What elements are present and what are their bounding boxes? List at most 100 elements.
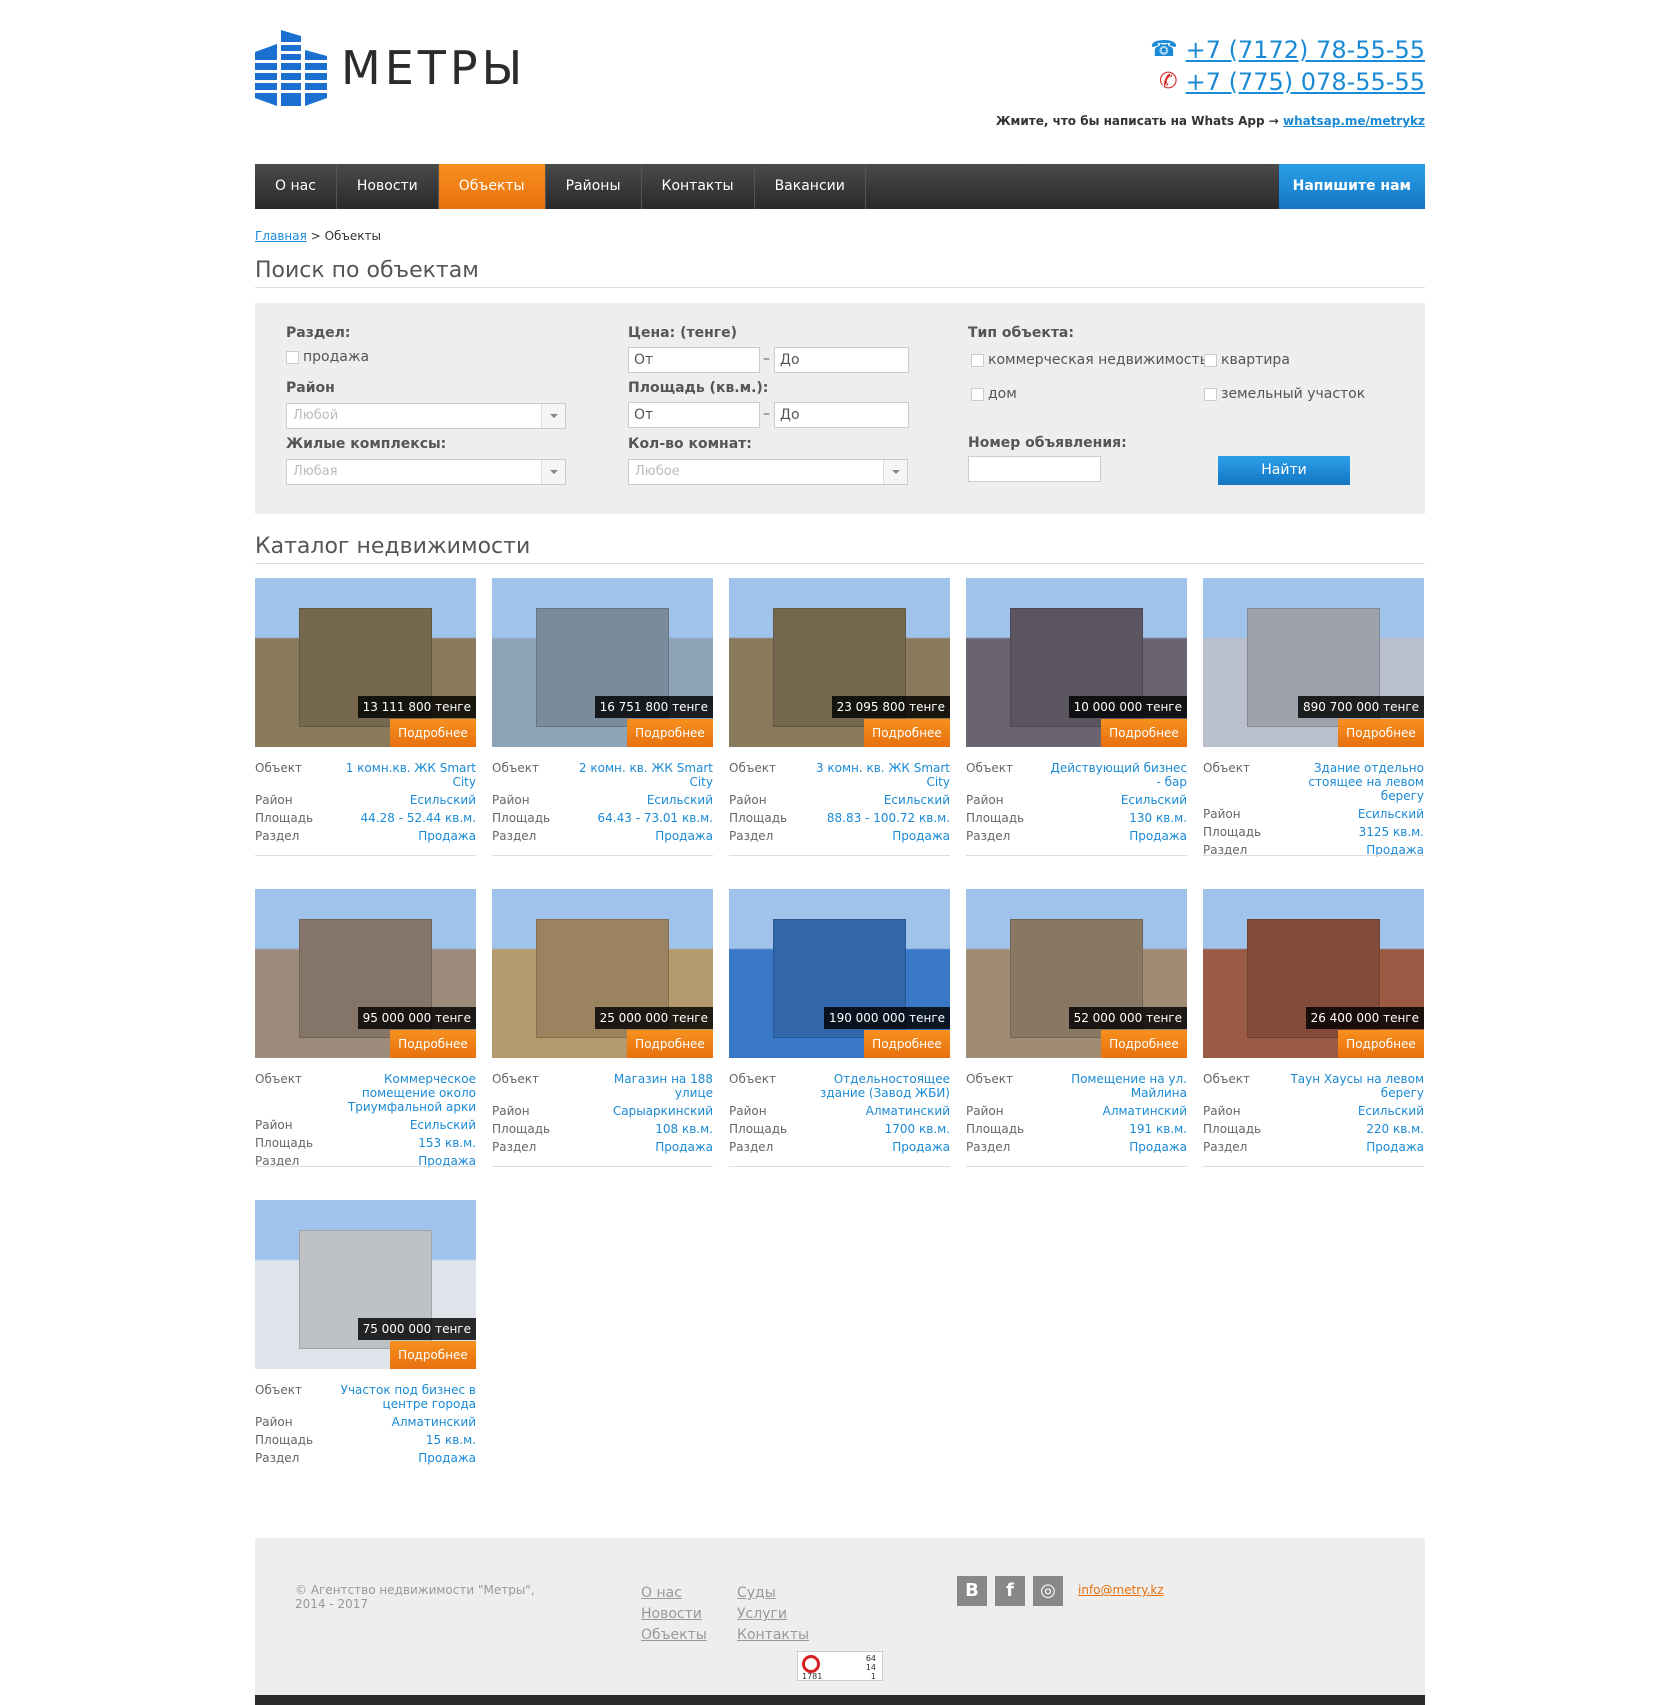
checkbox-box[interactable] bbox=[1204, 387, 1217, 401]
value-object[interactable]: 1 комн.кв. ЖК Smart City bbox=[335, 759, 476, 791]
nav-districts[interactable]: Районы bbox=[546, 164, 642, 209]
value-object[interactable]: Участок под бизнес в центре города bbox=[335, 1381, 476, 1413]
value-area[interactable]: 153 кв.м. bbox=[418, 1134, 476, 1152]
nav-contacts[interactable]: Контакты bbox=[642, 164, 755, 209]
property-card[interactable]: 75 000 000 тенге Подробнее Объект Участок п… bbox=[255, 1200, 476, 1467]
visit-counter[interactable]: 64 14 1781 1 bbox=[797, 1651, 883, 1681]
value-district[interactable]: Есильский bbox=[647, 791, 713, 809]
rooms-select[interactable]: Любое bbox=[628, 459, 908, 485]
checkbox-apartment[interactable]: квартира bbox=[1204, 352, 1290, 368]
area-from-input[interactable]: От bbox=[628, 402, 760, 428]
checkbox-house[interactable]: дом bbox=[971, 386, 1017, 402]
value-district[interactable]: Есильский bbox=[1121, 791, 1187, 809]
property-photo[interactable]: 890 700 000 тенге Подробнее bbox=[1203, 578, 1424, 747]
checkbox-box[interactable] bbox=[971, 387, 984, 401]
property-photo[interactable]: 190 000 000 тенге Подробнее bbox=[729, 889, 950, 1058]
property-card[interactable]: 52 000 000 тенге Подробнее Объект Помещение… bbox=[966, 889, 1187, 1156]
price-to-input[interactable]: До bbox=[774, 347, 909, 373]
property-card[interactable]: 190 000 000 тенге Подробнее Объект Отдельно… bbox=[729, 889, 950, 1156]
logo[interactable]: МЕТРЫ bbox=[255, 30, 526, 106]
property-card[interactable]: 26 400 000 тенге Подробнее Объект Таун Хаус… bbox=[1203, 889, 1424, 1156]
footer-link-objects[interactable]: Объекты bbox=[641, 1625, 707, 1646]
value-area[interactable]: 15 кв.м. bbox=[426, 1431, 476, 1449]
value-district[interactable]: Алматинский bbox=[1103, 1102, 1187, 1120]
value-section[interactable]: Продажа bbox=[655, 827, 713, 845]
property-photo[interactable]: 23 095 800 тенге Подробнее bbox=[729, 578, 950, 747]
footer-link-news[interactable]: Новости bbox=[641, 1604, 707, 1625]
checkbox-sale[interactable]: продажа bbox=[286, 349, 369, 365]
footer-link-contacts[interactable]: Контакты bbox=[737, 1625, 809, 1646]
value-area[interactable]: 44.28 - 52.44 кв.м. bbox=[361, 809, 476, 827]
value-section[interactable]: Продажа bbox=[1366, 841, 1424, 859]
value-area[interactable]: 130 кв.м. bbox=[1129, 809, 1187, 827]
value-district[interactable]: Алматинский bbox=[392, 1413, 476, 1431]
value-object[interactable]: Помещение на ул. Майлина bbox=[1046, 1070, 1187, 1102]
property-photo[interactable]: 13 111 800 тенге Подробнее bbox=[255, 578, 476, 747]
value-area[interactable]: 108 кв.м. bbox=[655, 1120, 713, 1138]
value-object[interactable]: Действующий бизнес - бар bbox=[1046, 759, 1187, 791]
value-section[interactable]: Продажа bbox=[1129, 1138, 1187, 1156]
value-district[interactable]: Есильский bbox=[410, 791, 476, 809]
nav-objects[interactable]: Объекты bbox=[438, 164, 546, 209]
complex-select[interactable]: Любая bbox=[286, 459, 566, 485]
value-district[interactable]: Алматинский bbox=[866, 1102, 950, 1120]
property-photo[interactable]: 26 400 000 тенге Подробнее bbox=[1203, 889, 1424, 1058]
details-button[interactable]: Подробнее bbox=[1101, 1030, 1187, 1058]
value-area[interactable]: 1700 кв.м. bbox=[885, 1120, 950, 1138]
checkbox-box[interactable] bbox=[1204, 353, 1217, 367]
value-object[interactable]: Таун Хаусы на левом берегу bbox=[1283, 1070, 1424, 1102]
find-button[interactable]: Найти bbox=[1218, 456, 1350, 485]
price-from-input[interactable]: От bbox=[628, 347, 760, 373]
vk-icon[interactable]: В bbox=[957, 1576, 987, 1606]
area-to-input[interactable]: До bbox=[774, 402, 909, 428]
facebook-icon[interactable]: f bbox=[995, 1576, 1025, 1606]
email-link[interactable]: info@metry.kz bbox=[1078, 1583, 1164, 1597]
property-card[interactable]: 890 700 000 тенге Подробнее Объект Здание о… bbox=[1203, 578, 1424, 859]
value-area[interactable]: 3125 кв.м. bbox=[1359, 823, 1424, 841]
details-button[interactable]: Подробнее bbox=[390, 719, 476, 747]
nav-news[interactable]: Новости bbox=[337, 164, 439, 209]
details-button[interactable]: Подробнее bbox=[390, 1341, 476, 1369]
value-object[interactable]: Здание отдельно стоящее на левом берегу bbox=[1283, 759, 1424, 805]
value-district[interactable]: Есильский bbox=[1358, 1102, 1424, 1120]
property-photo[interactable]: 75 000 000 тенге Подробнее bbox=[255, 1200, 476, 1369]
instagram-icon[interactable]: ◎ bbox=[1033, 1576, 1063, 1606]
details-button[interactable]: Подробнее bbox=[627, 1030, 713, 1058]
phone-1-link[interactable]: +7 (7172) 78-55-55 bbox=[1186, 34, 1425, 66]
value-object[interactable]: 2 комн. кв. ЖК Smart City bbox=[572, 759, 713, 791]
property-card[interactable]: 25 000 000 тенге Подробнее Объект Магазин н… bbox=[492, 889, 713, 1156]
phone-2-link[interactable]: +7 (775) 078-55-55 bbox=[1186, 66, 1425, 98]
details-button[interactable]: Подробнее bbox=[1338, 1030, 1424, 1058]
details-button[interactable]: Подробнее bbox=[1338, 719, 1424, 747]
value-district[interactable]: Есильский bbox=[884, 791, 950, 809]
value-object[interactable]: 3 комн. кв. ЖК Smart City bbox=[809, 759, 950, 791]
value-section[interactable]: Продажа bbox=[892, 1138, 950, 1156]
property-photo[interactable]: 95 000 000 тенге Подробнее bbox=[255, 889, 476, 1058]
value-object[interactable]: Магазин на 188 улице bbox=[572, 1070, 713, 1102]
value-district[interactable]: Сарыаркинский bbox=[613, 1102, 713, 1120]
whatsapp-link[interactable]: whatsap.me/metrykz bbox=[1283, 114, 1425, 128]
checkbox-box[interactable] bbox=[286, 350, 299, 364]
value-district[interactable]: Есильский bbox=[410, 1116, 476, 1134]
listing-number-input[interactable] bbox=[968, 456, 1101, 482]
checkbox-commercial[interactable]: коммерческая недвижимость bbox=[971, 352, 1208, 368]
value-object[interactable]: Отдельностоящее здание (Завод ЖБИ) bbox=[809, 1070, 950, 1102]
write-us-button[interactable]: Напишите нам bbox=[1278, 164, 1425, 209]
property-card[interactable]: 10 000 000 тенге Подробнее Объект Действующ… bbox=[966, 578, 1187, 845]
value-area[interactable]: 191 кв.м. bbox=[1129, 1120, 1187, 1138]
value-area[interactable]: 220 кв.м. bbox=[1366, 1120, 1424, 1138]
property-card[interactable]: 16 751 800 тенге Подробнее Объект 2 комн. к… bbox=[492, 578, 713, 845]
value-area[interactable]: 88.83 - 100.72 кв.м. bbox=[827, 809, 950, 827]
breadcrumb-home[interactable]: Главная bbox=[255, 229, 307, 243]
property-photo[interactable]: 25 000 000 тенге Подробнее bbox=[492, 889, 713, 1058]
footer-link-services[interactable]: Услуги bbox=[737, 1604, 809, 1625]
property-photo[interactable]: 52 000 000 тенге Подробнее bbox=[966, 889, 1187, 1058]
nav-about[interactable]: О нас bbox=[255, 164, 337, 209]
nav-vacancies[interactable]: Вакансии bbox=[755, 164, 866, 209]
value-section[interactable]: Продажа bbox=[1129, 827, 1187, 845]
footer-link-courts[interactable]: Суды bbox=[737, 1583, 809, 1604]
value-area[interactable]: 64.43 - 73.01 кв.м. bbox=[598, 809, 713, 827]
details-button[interactable]: Подробнее bbox=[627, 719, 713, 747]
value-section[interactable]: Продажа bbox=[418, 1449, 476, 1467]
value-section[interactable]: Продажа bbox=[1366, 1138, 1424, 1156]
